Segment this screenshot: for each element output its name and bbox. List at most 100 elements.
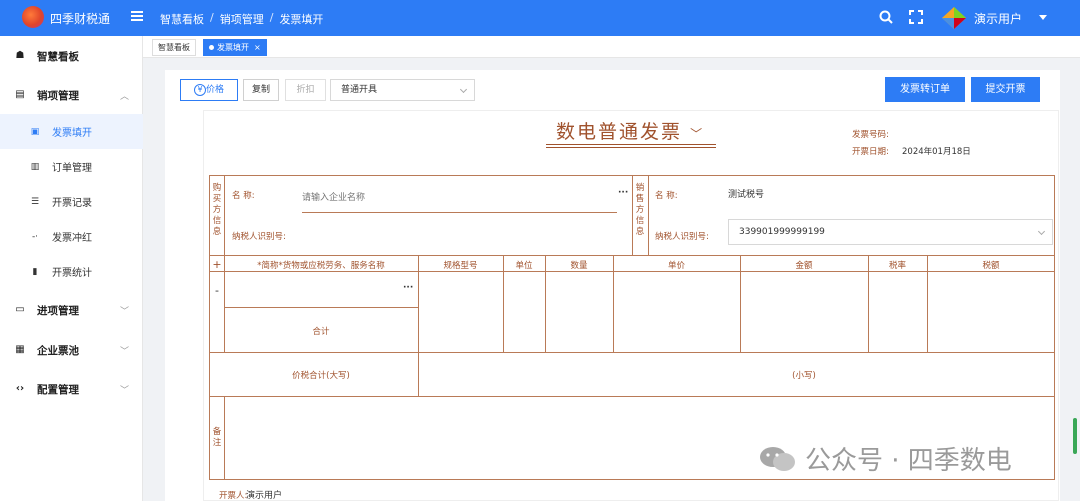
- price-button[interactable]: ¥ 价格: [180, 79, 238, 101]
- sidebar-subitem-label: 发票冲红: [52, 233, 92, 244]
- column-header: 税率: [888, 261, 906, 271]
- more-icon[interactable]: ···: [618, 188, 628, 198]
- watermark: 公众号 · 四季数电: [759, 440, 1012, 477]
- column-header: 数量: [570, 261, 588, 271]
- app-name: 四季财税通: [50, 12, 111, 26]
- sidebar-item-label: 销项管理: [37, 89, 79, 102]
- buyer-section-label: 购买方信息: [212, 183, 222, 237]
- sidebar-item-sales[interactable]: ▤ 销项管理 ︿: [0, 77, 143, 113]
- chevron-down-icon: [1037, 227, 1046, 236]
- total-small-label: (小写): [792, 371, 816, 381]
- title-underline: [546, 144, 716, 145]
- invoice-panel: ¥ 价格 复制 折扣 普通开具 发票转订单 提交开票 数电普通发票 ﹀ 发票号码:…: [165, 70, 1060, 501]
- invoice-number-label: 发票号码:: [852, 130, 889, 140]
- remarks-label: 备注: [212, 427, 222, 448]
- list-icon: ☰: [30, 196, 40, 207]
- tab-label: 发票填开: [217, 43, 249, 52]
- avatar[interactable]: [941, 6, 967, 30]
- sidebar-subitem-records[interactable]: ☰ 开票记录: [0, 184, 143, 219]
- tab-label: 智慧看板: [158, 43, 190, 52]
- chevron-up-icon: ︿: [120, 91, 130, 102]
- seller-section-label: 销售方信息: [635, 183, 645, 237]
- top-bar: 四季财税通 智慧看板 / 销项管理 / 发票填开 演示用户: [0, 0, 1080, 36]
- tab-dashboard[interactable]: 智慧看板: [152, 39, 196, 56]
- app-logo: [22, 6, 44, 28]
- sidebar: ☗ 智慧看板 ▤ 销项管理 ︿ ▣ 发票填开 ▥ 订单管理 ☰ 开票记录 -· …: [0, 36, 143, 501]
- breadcrumb-separator: /: [210, 11, 214, 24]
- sidebar-subitem-label: 开票记录: [52, 198, 92, 209]
- column-header: 金额: [795, 261, 813, 271]
- discount-button[interactable]: 折扣: [285, 79, 326, 101]
- chevron-down-icon: ﹀: [120, 346, 130, 357]
- sidebar-subitem-label: 开票统计: [52, 268, 92, 279]
- invoice-type-select[interactable]: 普通开具: [330, 79, 475, 101]
- title-underline: [546, 147, 716, 148]
- clipboard-icon: ▥: [30, 161, 40, 172]
- chevron-down-icon: ﹀: [690, 127, 705, 141]
- invoice-title-text: 数电普通发票: [556, 121, 683, 143]
- close-icon[interactable]: ×: [254, 43, 261, 52]
- divider: [209, 271, 1055, 272]
- breadcrumb-item[interactable]: 销项管理: [220, 11, 264, 27]
- chevron-down-icon: ﹀: [120, 385, 130, 396]
- tab-invoice-issue[interactable]: 发票填开 ×: [203, 39, 267, 56]
- sidebar-subitem-label: 订单管理: [52, 163, 92, 174]
- yen-icon: ¥: [193, 84, 206, 96]
- breadcrumb: 智慧看板 / 销项管理 / 发票填开: [160, 11, 323, 27]
- submit-invoice-button[interactable]: 提交开票: [971, 77, 1040, 102]
- chevron-down-icon: ﹀: [120, 306, 130, 317]
- invoice-date-value: 2024年01月18日: [902, 147, 971, 157]
- column-header: 单位: [515, 261, 533, 271]
- seller-tax-id-value: 339901999999199: [739, 227, 825, 237]
- breadcrumb-separator: /: [269, 11, 274, 24]
- sidebar-subitem-orders[interactable]: ▥ 订单管理: [0, 149, 143, 184]
- wechat-icon: [760, 446, 795, 471]
- column-header: 单价: [667, 261, 685, 271]
- to-order-button[interactable]: 发票转订单: [885, 77, 965, 102]
- divider: [648, 175, 649, 256]
- buyer-name-input[interactable]: [302, 183, 617, 213]
- scrollbar[interactable]: [1073, 418, 1077, 454]
- divider: [418, 352, 419, 397]
- card-icon: ▦: [15, 344, 25, 355]
- breadcrumb-item: 发票填开: [279, 13, 324, 26]
- divider: [224, 175, 225, 256]
- seller-name-label: 名 称:: [655, 191, 678, 201]
- fullscreen-icon[interactable]: [908, 9, 924, 25]
- sidebar-subitem-label: 发票填开: [52, 128, 92, 139]
- main-area: ¥ 价格 复制 折扣 普通开具 发票转订单 提交开票 数电普通发票 ﹀ 发票号码:…: [143, 58, 1080, 501]
- sidebar-item-config[interactable]: ‹› 配置管理 ﹀: [0, 371, 143, 407]
- divider: [224, 307, 418, 308]
- breadcrumb-item[interactable]: 智慧看板: [160, 11, 204, 27]
- menu-toggle-icon[interactable]: [131, 11, 143, 21]
- sidebar-item-dashboard[interactable]: ☗ 智慧看板: [0, 38, 143, 74]
- remove-row-button[interactable]: -: [211, 284, 223, 297]
- column-header: *简称*货物或应税劳务、服务名称: [257, 261, 385, 271]
- invoice-title[interactable]: 数电普通发票 ﹀: [556, 117, 704, 144]
- sidebar-subitem-invoice-issue[interactable]: ▣ 发票填开: [0, 114, 143, 149]
- invoice-type-value: 普通开具: [341, 85, 378, 95]
- document-icon: ▤: [15, 89, 25, 100]
- divider: [224, 396, 225, 480]
- chevron-down-icon: [459, 85, 468, 94]
- sidebar-item-purchase[interactable]: ▭ 进项管理 ﹀: [0, 292, 143, 328]
- column-header: 税额: [982, 261, 1000, 271]
- sidebar-subitem-statistics[interactable]: ▮ 开票统计: [0, 254, 143, 289]
- active-dot-icon: [209, 45, 214, 50]
- invoice-icon: ▣: [30, 126, 40, 137]
- sidebar-item-pool[interactable]: ▦ 企业票池 ﹀: [0, 332, 143, 368]
- more-icon[interactable]: ···: [403, 283, 413, 293]
- user-name[interactable]: 演示用户: [974, 10, 1022, 27]
- chevron-down-icon[interactable]: [1039, 15, 1047, 20]
- seller-tax-id-select[interactable]: 339901999999199: [728, 219, 1053, 245]
- total-caps-label: 价税合计(大写): [292, 371, 350, 381]
- issuer-value: 演示用户: [246, 491, 283, 501]
- subtotal-label: 合计: [312, 327, 330, 337]
- sidebar-item-label: 进项管理: [37, 304, 79, 317]
- code-icon: ‹›: [15, 383, 25, 394]
- sidebar-subitem-red-invoice[interactable]: -· 发票冲红: [0, 219, 143, 254]
- search-icon[interactable]: [878, 9, 894, 25]
- buyer-tax-id-label: 纳税人识别号:: [232, 232, 286, 242]
- copy-button[interactable]: 复制: [243, 79, 279, 101]
- add-row-button[interactable]: +: [211, 258, 223, 271]
